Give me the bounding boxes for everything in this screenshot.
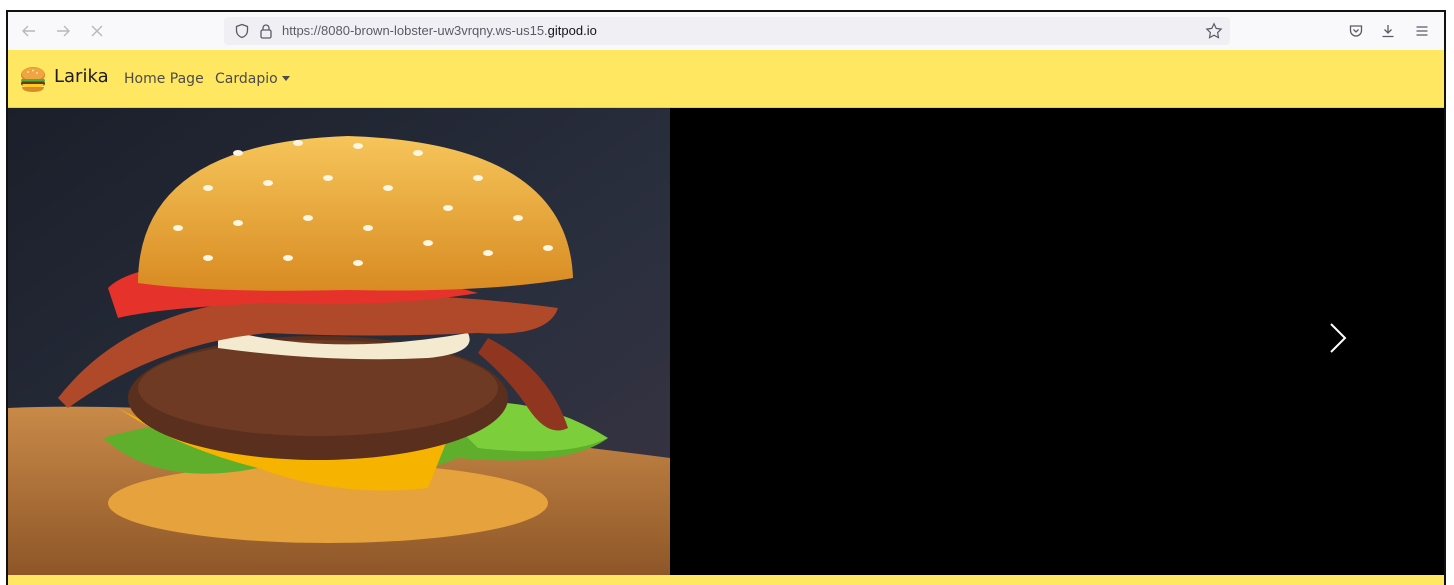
url-text[interactable]: https://8080-brown-lobster-uw3vrqny.ws-u…: [282, 23, 597, 38]
burger-logo-icon[interactable]: [18, 64, 48, 94]
back-arrow-icon[interactable]: [18, 20, 40, 42]
browser-toolbar: https://8080-brown-lobster-uw3vrqny.ws-u…: [8, 12, 1444, 51]
url-bar[interactable]: https://8080-brown-lobster-uw3vrqny.ws-u…: [224, 17, 1230, 45]
chevron-right-icon: [1330, 323, 1347, 353]
site-navbar: Larika Home Page Cardapio: [8, 50, 1444, 108]
burger-photo: [8, 108, 670, 575]
forward-arrow-icon[interactable]: [52, 20, 74, 42]
lock-icon[interactable]: [256, 21, 276, 41]
caret-down-icon: [281, 76, 290, 81]
brand-name[interactable]: Larika: [54, 66, 109, 87]
nav-cardapio-dropdown[interactable]: Cardapio: [215, 71, 290, 87]
nav-home-page[interactable]: Home Page: [124, 71, 204, 87]
hero-carousel: [8, 108, 1444, 575]
pocket-icon[interactable]: [1345, 20, 1367, 42]
hamburger-menu-icon[interactable]: [1411, 20, 1433, 42]
nav-cardapio-label: Cardapio: [215, 71, 278, 87]
url-prefix: https://8080-brown-lobster-uw3vrqny.ws-u…: [282, 23, 548, 38]
carousel-next-button[interactable]: [1308, 298, 1368, 378]
browser-window: https://8080-brown-lobster-uw3vrqny.ws-u…: [6, 10, 1446, 585]
shield-icon[interactable]: [232, 21, 252, 41]
url-domain: gitpod.io: [547, 23, 597, 38]
download-icon[interactable]: [1377, 20, 1399, 42]
star-icon[interactable]: [1204, 21, 1224, 41]
footer-strip: [8, 575, 1444, 585]
close-icon[interactable]: [86, 20, 108, 42]
